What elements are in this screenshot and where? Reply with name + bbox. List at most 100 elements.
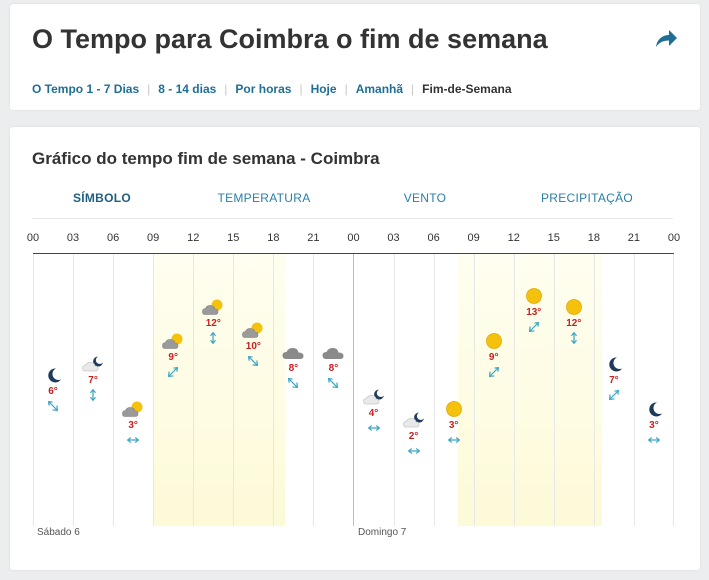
wind-arrow-icon [648, 436, 660, 443]
nav-today[interactable]: Hoje [311, 82, 337, 96]
nav-separator: | [344, 82, 348, 96]
grid-line [233, 254, 235, 526]
sun-cloud-icon [242, 322, 263, 338]
hour-tick-label: 06 [427, 232, 440, 244]
wind-arrow-icon [447, 436, 460, 443]
wind-arrow-icon [488, 367, 499, 378]
hour-tick-label: 09 [147, 232, 160, 244]
wind-arrow-icon [328, 378, 339, 389]
forecast-slot: 3° [113, 401, 153, 447]
day-label-sunday: Domingo 7 [358, 527, 407, 538]
wind-arrow-icon [90, 388, 96, 401]
daylight-band [153, 254, 286, 526]
temperature-label: 9° [168, 352, 178, 364]
nav-7-days[interactable]: O Tempo 1 - 7 Dias [32, 82, 139, 96]
forecast-slot: 9° [153, 333, 193, 379]
moon-icon [48, 368, 62, 383]
hour-tick-label: 00 [347, 232, 360, 244]
forecast-slot: 8° [273, 344, 313, 390]
hour-tick-label: 12 [507, 232, 520, 244]
hour-tick-label: 00 [667, 232, 681, 244]
nav-weekend[interactable]: Fim-de-Semana [422, 82, 511, 96]
tab-wind[interactable]: VENTO [404, 191, 447, 205]
forecast-slot: 9° [474, 333, 514, 379]
wind-arrow-icon [210, 332, 217, 345]
hour-tick-label: 00 [26, 232, 40, 244]
forecast-slot: 7° [73, 356, 113, 402]
hour-tick-label: 03 [387, 232, 400, 244]
wind-arrow-icon [248, 355, 259, 366]
nav-hourly[interactable]: Por horas [235, 82, 291, 96]
temperature-label: 6° [48, 385, 58, 397]
tab-precipitation[interactable]: PRECIPITAÇÃO [541, 191, 633, 205]
nav-separator: | [147, 82, 151, 96]
weather-chart: 6° 7° 3° 9° 12° 10° 8° 8° 4° 2° 3° 9° 13° 12° 7° 3° [33, 253, 674, 526]
temperature-label: 9° [488, 352, 499, 364]
forecast-slot: 7° [594, 356, 634, 402]
grid-line [473, 254, 475, 526]
forecast-slot: 4° [354, 389, 394, 435]
moon-cloud-icon [82, 356, 104, 372]
forecast-slot: 3° [434, 400, 474, 447]
hour-tick-label: 09 [467, 232, 480, 244]
moon-cloud-icon [402, 412, 424, 428]
nav-separator: | [224, 82, 228, 96]
temperature-label: 4° [368, 408, 379, 420]
grid-line [153, 254, 155, 526]
forecast-slot: 8° [313, 344, 353, 390]
hour-tick-label: 18 [267, 232, 280, 244]
grid-line [113, 254, 115, 526]
temperature-label: 12° [205, 318, 221, 330]
temperature-label: 8° [288, 363, 299, 375]
grid-line [633, 254, 635, 526]
forecast-slot: 3° [634, 401, 674, 447]
sun-icon [445, 400, 462, 417]
nav-separator: | [299, 82, 303, 96]
forecast-nav: O Tempo 1 - 7 Dias | 8 - 14 dias | Por h… [32, 82, 512, 96]
wind-arrow-icon [168, 367, 179, 378]
forecast-slot: 12° [554, 299, 594, 345]
temperature-label: 7° [609, 374, 619, 386]
nav-tomorrow[interactable]: Amanhã [356, 82, 403, 96]
forecast-slot: 12° [193, 299, 233, 345]
tab-temperature[interactable]: TEMPERATURA [217, 191, 310, 205]
moon-icon [649, 402, 662, 417]
moon-icon [609, 357, 622, 372]
share-arrow-icon[interactable] [653, 28, 679, 50]
hour-tick-label: 15 [227, 232, 240, 244]
grid-line [433, 254, 435, 526]
page-title: O Tempo para Coimbra o fim de semana [32, 24, 548, 54]
cloud-icon [322, 348, 344, 360]
chart-title: Gráfico do tempo fim de semana - Coimbra [32, 149, 380, 168]
hour-tick-label: 03 [66, 232, 80, 244]
sun-cloud-icon [122, 401, 143, 417]
header-card: O Tempo para Coimbra o fim de semana O T… [10, 4, 700, 110]
forecast-slot: 6° [33, 367, 73, 413]
day-label-saturday: Sábado 6 [37, 527, 80, 538]
temperature-label: 7° [88, 374, 98, 386]
temperature-label: 12° [566, 318, 582, 330]
temperature-label: 2° [408, 431, 419, 442]
wind-arrow-icon [127, 436, 140, 443]
hour-tick-label: 18 [587, 232, 600, 244]
hour-tick-label: 21 [627, 232, 641, 244]
grid-line [553, 254, 555, 526]
hour-tick-label: 06 [106, 232, 120, 244]
wind-arrow-icon [367, 425, 380, 432]
grid-line [193, 254, 195, 526]
temperature-label: 3° [448, 419, 459, 431]
wind-arrow-icon [608, 389, 619, 400]
tab-symbol[interactable]: SÍMBOLO [73, 191, 131, 205]
sun-cloud-icon [162, 333, 183, 349]
temperature-label: 3° [649, 419, 659, 431]
nav-14-days[interactable]: 8 - 14 dias [158, 82, 216, 96]
hour-tick-label: 21 [307, 232, 320, 244]
temperature-label: 3° [128, 419, 138, 431]
forecast-slot: 13° [514, 288, 554, 334]
nav-separator: | [411, 82, 415, 96]
sun-cloud-icon [202, 299, 223, 316]
grid-line [393, 254, 395, 526]
hour-tick-label: 12 [187, 232, 200, 244]
chart-tabs: SÍMBOLO TEMPERATURA VENTO PRECIPITAÇÃO [32, 182, 673, 219]
forecast-slot: 2° [394, 412, 434, 458]
